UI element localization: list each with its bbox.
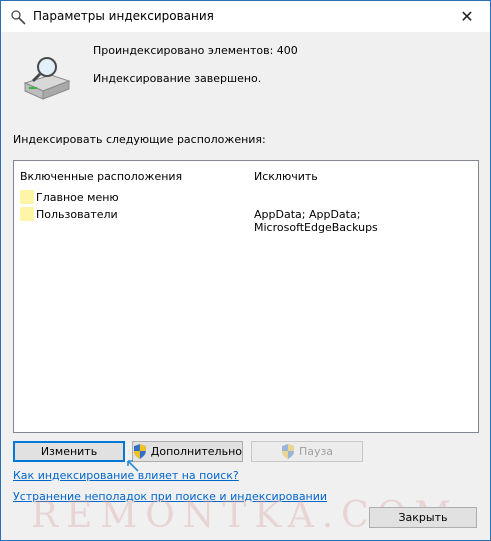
advanced-button[interactable]: Дополнительно: [132, 441, 243, 462]
title-bar: Параметры индексирования ✕: [1, 1, 490, 32]
window-title: Параметры индексирования: [33, 9, 214, 23]
column-header-exclude[interactable]: Исключить: [254, 170, 318, 183]
folder-icon: [20, 207, 34, 221]
list-item[interactable]: Пользователи AppData; AppData; Microsoft…: [14, 206, 478, 234]
close-icon: ✕: [460, 7, 474, 26]
column-header-included[interactable]: Включенные расположения: [20, 170, 182, 183]
uac-shield-icon: [281, 444, 294, 459]
change-button-label: Изменить: [40, 445, 98, 458]
indexed-count-text: Проиндексировано элементов: 400: [93, 44, 298, 57]
indexing-options-icon: [11, 10, 26, 25]
uac-shield-icon: [133, 444, 146, 459]
indexing-affects-search-link[interactable]: Как индексирование влияет на поиск?: [13, 469, 239, 482]
pause-button[interactable]: Пауза: [251, 441, 363, 462]
advanced-button-label: Дополнительно: [150, 445, 242, 458]
close-button-label: Закрыть: [398, 511, 448, 524]
location-name: Пользователи: [36, 208, 118, 221]
locations-label: Индексировать следующие расположения:: [13, 133, 266, 146]
location-name: Главное меню: [36, 191, 119, 204]
close-window-button[interactable]: ✕: [444, 1, 490, 32]
location-exclude: AppData; AppData; MicrosoftEdgeBackups: [254, 208, 378, 234]
drive-magnifier-icon: [23, 57, 71, 100]
indexing-options-window: Параметры индексирования ✕ Проиндексиров…: [0, 0, 491, 541]
list-item[interactable]: Главное меню: [14, 189, 478, 206]
change-button[interactable]: Изменить: [13, 441, 125, 462]
locations-list[interactable]: Включенные расположения Исключить Главно…: [13, 160, 479, 433]
folder-icon: [20, 190, 34, 204]
pause-button-label: Пауза: [298, 445, 334, 458]
indexing-status-text: Индексирование завершено.: [93, 72, 262, 85]
close-button[interactable]: Закрыть: [369, 507, 477, 528]
